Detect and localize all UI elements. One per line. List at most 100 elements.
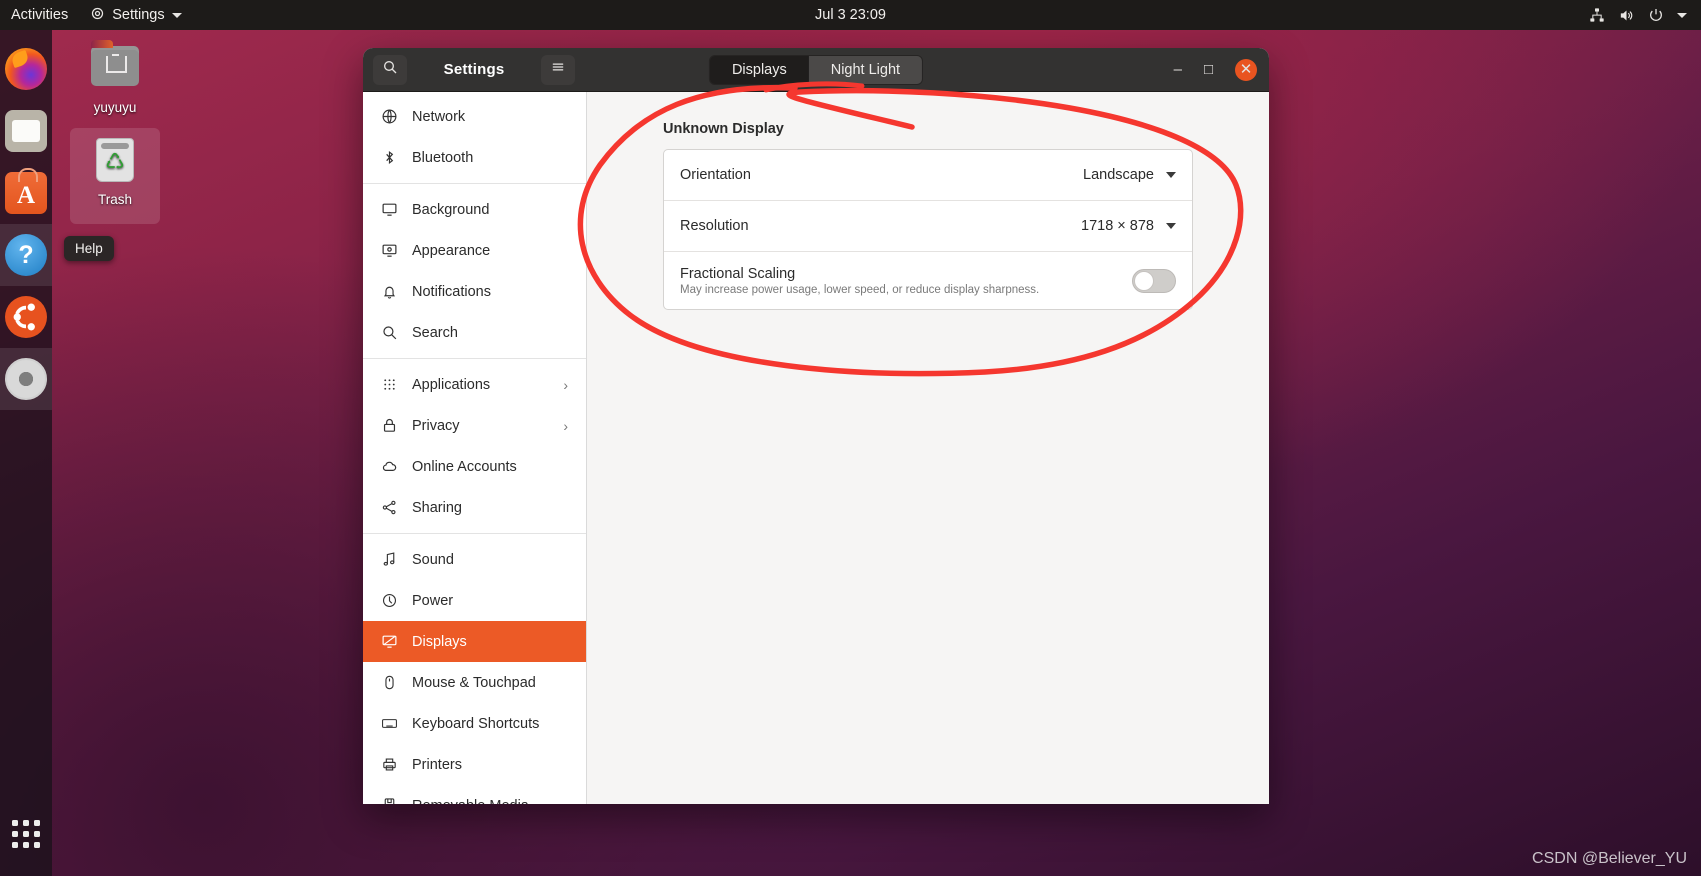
- desktop-icon-trash[interactable]: Trash: [70, 128, 160, 224]
- files-icon: [5, 110, 47, 152]
- tab-night-light[interactable]: Night Light: [808, 55, 923, 84]
- toggle-knob: [1134, 270, 1154, 291]
- row-resolution[interactable]: Resolution 1718 × 878: [664, 201, 1192, 252]
- minimize-button[interactable]: –: [1174, 62, 1182, 77]
- removable-media-icon: [381, 797, 398, 804]
- sidebar-item-label: Background: [412, 201, 490, 218]
- sidebar-item-label: Online Accounts: [412, 458, 517, 475]
- activities-label: Activities: [11, 7, 69, 23]
- sidebar-item-label: Displays: [412, 633, 467, 650]
- search-icon: [382, 59, 398, 80]
- power-circle-icon: [381, 592, 398, 609]
- volume-icon[interactable]: [1618, 7, 1635, 24]
- chevron-down-icon: [171, 12, 182, 18]
- apps-grid-icon: [381, 376, 398, 393]
- maximize-button[interactable]: □: [1204, 62, 1213, 77]
- sidebar-item-appearance[interactable]: Appearance: [363, 230, 586, 271]
- dock-item-files[interactable]: [0, 100, 52, 162]
- dock-tooltip: Help: [64, 236, 114, 261]
- sidebar-item-keyboard-shortcuts[interactable]: Keyboard Shortcuts: [363, 703, 586, 744]
- sidebar-item-label: Power: [412, 592, 454, 609]
- clock[interactable]: Jul 3 23:09: [0, 7, 1701, 23]
- tab-displays[interactable]: Displays: [709, 55, 809, 84]
- help-icon: [5, 234, 47, 276]
- app-menu-button[interactable]: Settings: [79, 0, 192, 30]
- dock-item-firefox[interactable]: [0, 38, 52, 100]
- sidebar-separator: [363, 358, 586, 359]
- music-note-icon: [381, 551, 398, 568]
- resolution-label: Resolution: [680, 218, 749, 234]
- appearance-icon: [381, 242, 398, 259]
- display-name-heading: Unknown Display: [663, 121, 784, 137]
- chevron-down-icon: [1166, 223, 1176, 229]
- hamburger-menu-icon: [550, 60, 566, 79]
- sidebar-separator: [363, 533, 586, 534]
- sidebar-item-notifications[interactable]: Notifications: [363, 271, 586, 312]
- sidebar-item-label: Sharing: [412, 499, 462, 516]
- bluetooth-icon: [381, 149, 398, 166]
- dock-item-help[interactable]: [0, 224, 52, 286]
- gear-icon: [90, 6, 105, 25]
- share-nodes-icon: [381, 499, 398, 516]
- sidebar-item-displays[interactable]: Displays: [363, 621, 586, 662]
- sidebar-item-removable-media[interactable]: Removable Media: [363, 785, 586, 804]
- sidebar-item-online-accounts[interactable]: Online Accounts: [363, 446, 586, 487]
- chevron-down-icon[interactable]: [1677, 12, 1687, 18]
- orientation-dropdown[interactable]: Landscape: [1083, 167, 1176, 183]
- show-applications-button[interactable]: [0, 808, 52, 860]
- sidebar-item-label: Applications: [412, 376, 491, 393]
- window-controls: – □ ✕: [1174, 58, 1257, 81]
- sidebar-item-sharing[interactable]: Sharing: [363, 487, 586, 528]
- view-switcher[interactable]: Displays Night Light: [708, 54, 924, 85]
- resolution-dropdown[interactable]: 1718 × 878: [1081, 218, 1176, 234]
- sidebar-item-network[interactable]: Network: [363, 96, 586, 137]
- sidebar-item-printers[interactable]: Printers: [363, 744, 586, 785]
- background-monitor-icon: [381, 201, 398, 218]
- chevron-right-icon: ›: [563, 417, 568, 434]
- sidebar-item-label: Sound: [412, 551, 454, 568]
- desktop-icon-label: yuyuyu: [93, 100, 137, 115]
- sidebar-item-bluetooth[interactable]: Bluetooth: [363, 137, 586, 178]
- firefox-icon: [5, 48, 47, 90]
- ubuntu-icon: [5, 296, 47, 338]
- desktop-icon-home[interactable]: yuyuyu: [70, 32, 160, 115]
- dock-item-settings[interactable]: [0, 348, 52, 410]
- chevron-down-icon: [1166, 172, 1176, 178]
- sidebar-item-label: Network: [412, 108, 466, 125]
- network-wired-icon[interactable]: [1589, 7, 1605, 23]
- sidebar-item-label: Keyboard Shortcuts: [412, 715, 540, 732]
- sidebar-item-search[interactable]: Search: [363, 312, 586, 353]
- close-button[interactable]: ✕: [1235, 58, 1257, 81]
- orientation-value: Landscape: [1083, 167, 1154, 183]
- sidebar-item-applications[interactable]: Applications ›: [363, 364, 586, 405]
- activities-button[interactable]: Activities: [0, 0, 79, 30]
- row-orientation[interactable]: Orientation Landscape: [664, 150, 1192, 201]
- sidebar-item-sound[interactable]: Sound: [363, 539, 586, 580]
- display-settings-card: Orientation Landscape Resolution 1718 × …: [663, 149, 1193, 310]
- sidebar-item-label: Privacy: [412, 417, 460, 434]
- menu-button[interactable]: [541, 54, 575, 85]
- chevron-right-icon: ›: [563, 376, 568, 393]
- keyboard-icon: [381, 715, 398, 732]
- displays-panel: Unknown Display Orientation Landscape Re…: [587, 92, 1269, 804]
- row-fractional-scaling[interactable]: Fractional Scaling May increase power us…: [664, 252, 1192, 309]
- search-button[interactable]: [373, 54, 407, 85]
- power-icon[interactable]: [1648, 7, 1664, 23]
- fractional-scaling-toggle[interactable]: [1132, 268, 1176, 293]
- settings-gear-icon: [5, 358, 47, 400]
- sidebar-item-label: Notifications: [412, 283, 491, 300]
- system-tray[interactable]: [1589, 0, 1693, 30]
- sidebar-item-label: Printers: [412, 756, 462, 773]
- show-applications-grid-icon: [12, 820, 40, 848]
- software-icon: [5, 168, 47, 214]
- dock-item-ubuntu-software[interactable]: [0, 162, 52, 224]
- sidebar[interactable]: Network Bluetooth Background Appearance …: [363, 92, 587, 804]
- sidebar-item-background[interactable]: Background: [363, 189, 586, 230]
- sidebar-item-privacy[interactable]: Privacy ›: [363, 405, 586, 446]
- display-monitor-icon: [381, 633, 398, 650]
- resolution-value: 1718 × 878: [1081, 218, 1154, 234]
- sidebar-item-power[interactable]: Power: [363, 580, 586, 621]
- dock-item-ubuntu[interactable]: [0, 286, 52, 348]
- sidebar-item-mouse-touchpad[interactable]: Mouse & Touchpad: [363, 662, 586, 703]
- sidebar-item-label: Appearance: [412, 242, 491, 259]
